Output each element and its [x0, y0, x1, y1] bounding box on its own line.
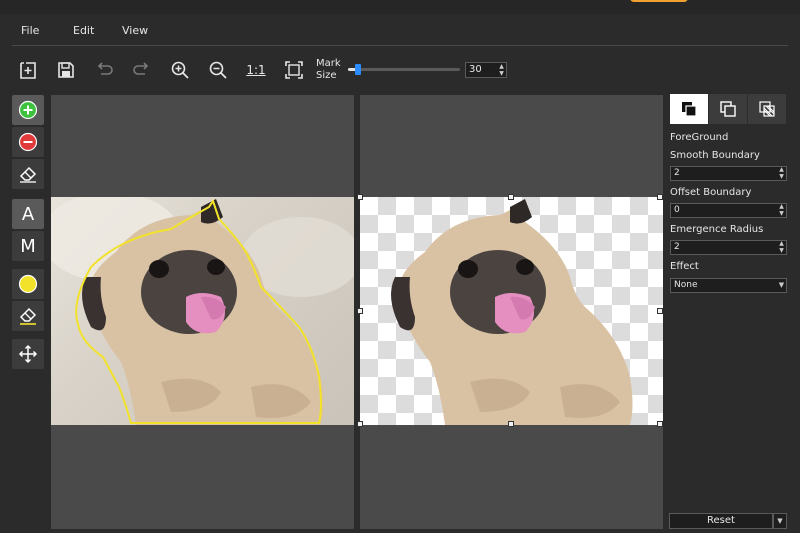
foreground-section-title: ForeGround — [670, 132, 729, 143]
new-file-icon — [20, 62, 36, 79]
result-canvas[interactable] — [357, 95, 663, 529]
resize-handle-bottom-left[interactable] — [357, 421, 363, 427]
menu-view[interactable]: View — [122, 24, 148, 37]
mark-size-spinner[interactable]: ▲ ▼ — [497, 63, 506, 77]
reset-button[interactable]: Reset — [669, 513, 773, 529]
manual-mode-label: M — [20, 235, 36, 257]
effect-select[interactable]: None ▼ — [670, 278, 787, 293]
offset-boundary-input[interactable]: 0 ▲ ▼ — [670, 203, 787, 218]
menu-divider — [12, 45, 788, 46]
resize-handle-top-left[interactable] — [357, 194, 363, 200]
undo-icon — [97, 62, 113, 75]
mark-size-input[interactable]: 30 ▲ ▼ — [465, 62, 507, 78]
auto-mode-tool[interactable]: A — [12, 199, 44, 229]
tab-transparency[interactable] — [748, 94, 786, 124]
chevron-down-icon: ▼ — [778, 281, 785, 289]
mark-size-slider[interactable] — [348, 64, 460, 75]
zoom-in-icon — [171, 61, 189, 79]
result-image — [360, 197, 663, 425]
fit-to-window-icon — [285, 61, 303, 79]
undo-button[interactable] — [92, 58, 116, 82]
eraser-icon — [19, 307, 37, 325]
mark-size-label: Mark Size — [316, 58, 341, 82]
title-bar — [0, 0, 800, 14]
reset-dropdown-button[interactable]: ▼ — [773, 513, 787, 529]
manual-mode-tool[interactable]: M — [12, 231, 44, 261]
zoom-out-button[interactable] — [206, 58, 230, 82]
smooth-boundary-spinner[interactable]: ▲ ▼ — [777, 166, 786, 180]
smooth-boundary-input[interactable]: 2 ▲ ▼ — [670, 166, 787, 181]
zoom-in-button[interactable] — [168, 58, 192, 82]
new-file-button[interactable] — [16, 58, 40, 82]
move-tool[interactable] — [12, 339, 44, 369]
emergence-radius-label: Emergence Radius — [670, 224, 764, 235]
emergence-radius-value: 2 — [674, 242, 680, 252]
eraser-icon — [19, 166, 37, 183]
tab-background[interactable] — [709, 94, 747, 124]
resize-handle-top[interactable] — [508, 194, 514, 200]
add-circle-icon — [18, 100, 38, 120]
outline-eraser-tool[interactable] — [12, 301, 44, 331]
emergence-radius-input[interactable]: 2 ▲ ▼ — [670, 240, 787, 255]
transparency-layer-icon — [759, 101, 775, 117]
offset-boundary-value: 0 — [674, 205, 680, 215]
pug-photo-illustration — [51, 197, 354, 425]
offset-boundary-label: Offset Boundary — [670, 187, 752, 198]
title-bar-accent-button[interactable] — [630, 0, 688, 2]
properties-panel: ForeGround Smooth Boundary 2 ▲ ▼ Offset B… — [668, 94, 788, 532]
foreground-layer-icon — [682, 102, 697, 117]
color-dot-icon — [18, 274, 38, 294]
menu-bar: File Edit View — [0, 14, 800, 46]
marker-color-tool[interactable] — [12, 269, 44, 299]
save-icon — [58, 62, 74, 78]
resize-handle-left[interactable] — [357, 308, 363, 314]
mark-size-slider-thumb[interactable] — [355, 64, 362, 75]
effect-value: None — [674, 280, 698, 290]
eraser-tool[interactable] — [12, 159, 44, 189]
pug-cutout-illustration — [391, 199, 633, 425]
save-button[interactable] — [54, 58, 78, 82]
resize-handle-top-right[interactable] — [657, 194, 663, 200]
menu-file[interactable]: File — [21, 24, 39, 37]
source-image — [51, 197, 354, 425]
remove-mark-tool[interactable] — [12, 127, 44, 157]
add-mark-tool[interactable] — [12, 95, 44, 125]
mark-size-value: 30 — [469, 64, 482, 75]
chevron-down-icon: ▼ — [777, 517, 783, 525]
smooth-boundary-label: Smooth Boundary — [670, 150, 760, 161]
redo-button[interactable] — [130, 58, 154, 82]
properties-tabs — [668, 94, 788, 124]
auto-mode-label: A — [21, 203, 35, 225]
mark-size-label-line1: Mark — [316, 58, 341, 69]
menu-edit[interactable]: Edit — [73, 24, 94, 37]
resize-handle-bottom[interactable] — [508, 421, 514, 427]
fit-to-window-button[interactable] — [282, 58, 306, 82]
zoom-out-icon — [209, 61, 227, 79]
offset-boundary-spinner[interactable]: ▲ ▼ — [777, 203, 786, 217]
resize-handle-bottom-right[interactable] — [657, 421, 663, 427]
redo-icon — [133, 62, 149, 75]
background-layer-icon — [720, 101, 736, 117]
move-arrows-icon — [18, 344, 38, 364]
effect-label: Effect — [670, 261, 699, 272]
tab-foreground[interactable] — [670, 94, 708, 124]
source-canvas[interactable] — [51, 95, 354, 529]
remove-circle-icon — [18, 132, 38, 152]
resize-handle-right[interactable] — [657, 308, 663, 314]
emergence-radius-spinner[interactable]: ▲ ▼ — [777, 240, 786, 254]
actual-size-label: 1:1 — [246, 63, 266, 77]
actual-size-button[interactable]: 1:1 — [244, 58, 268, 82]
smooth-boundary-value: 2 — [674, 168, 680, 178]
mark-size-label-line2: Size — [316, 70, 337, 81]
